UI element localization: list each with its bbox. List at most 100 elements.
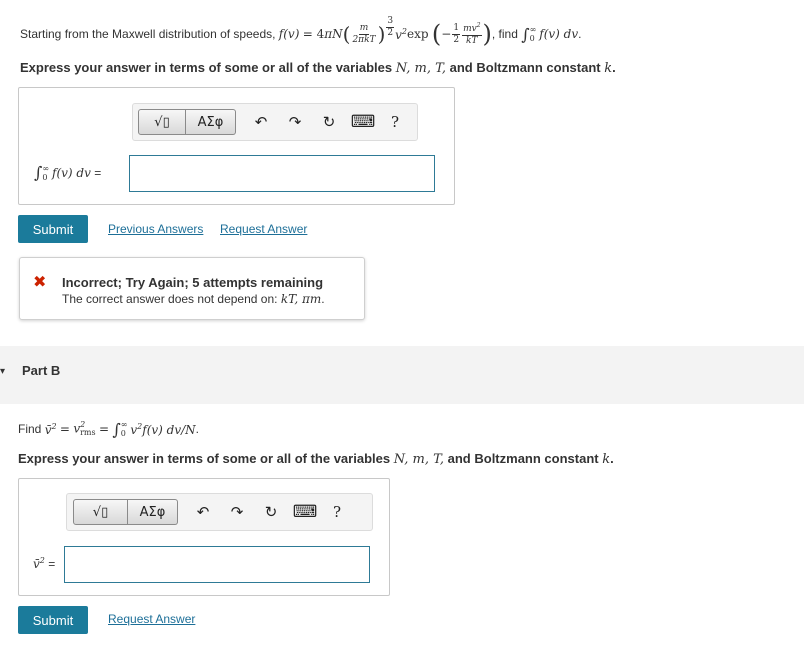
part-a-math-toolbar: √▯ ΑΣφ ↶ ↷ ↻ ⌨ ?: [132, 103, 418, 141]
mv-symbol: mv: [463, 23, 477, 34]
question-prefix: Starting from the Maxwell distribution o…: [20, 27, 276, 41]
part-b-help-icon[interactable]: ?: [326, 501, 348, 523]
part-b-templates-button[interactable]: √▯: [73, 499, 128, 525]
part-b-templates-icon: √▯: [92, 504, 109, 520]
feedback-message-vars: kT, πm: [280, 292, 322, 306]
part-b-answer-equals: =: [48, 557, 56, 571]
part-b-integrand: v2f(v) dv/N: [130, 421, 196, 437]
feedback-message-end: .: [321, 292, 325, 306]
part-b-symbols-button[interactable]: ΑΣφ: [128, 499, 178, 525]
half-num: 1: [452, 22, 461, 35]
math-vbar-squared: v̄2: [44, 421, 57, 437]
half-den: 2: [453, 34, 460, 45]
answer-integral-sign: ∫: [34, 163, 43, 182]
part-b-answer-vbar: v̄: [33, 557, 40, 571]
part-b-question-prefix: Find: [18, 422, 42, 436]
part-b-header[interactable]: ▾ Part B: [0, 346, 804, 404]
part-b-upper-limit: ∞: [120, 420, 128, 429]
help-icon[interactable]: ?: [384, 111, 406, 133]
instruction-k: k: [604, 61, 613, 76]
answer-upper-limit: ∞: [42, 163, 50, 173]
collapse-chevron-icon[interactable]: ▾: [0, 366, 5, 377]
part-b-instruction-end: .: [610, 451, 614, 466]
part-a-request-answer-link[interactable]: Request Answer: [220, 222, 307, 236]
question-end: .: [578, 27, 582, 41]
frac-den: 2πkT: [352, 34, 376, 45]
answer-equals: =: [94, 165, 102, 180]
mv2-num: mv2: [462, 21, 482, 36]
part-b-instruction-vars: N, m, T,: [393, 452, 445, 467]
instruction-suffix: and Boltzmann constant: [449, 60, 601, 75]
redo-icon[interactable]: ↷: [284, 111, 306, 133]
feedback-message-prefix: The correct answer does not depend on:: [62, 292, 278, 306]
part-b-undo-icon[interactable]: ↶: [192, 501, 214, 523]
math-mv2-over-kt: mv2 kT: [462, 21, 482, 46]
math-eq1: =: [59, 422, 70, 436]
instruction-end: .: [612, 60, 616, 75]
math-pi: π: [324, 27, 333, 41]
part-b-question: Find v̄2 = v 2 rms = ∫ ∞ 0 v2f(v) dv/N.: [18, 414, 199, 444]
templates-button[interactable]: √▯: [138, 109, 186, 135]
part-a-answer-label: ∫ ∞ 0 f(v) dv =: [34, 163, 101, 182]
feedback-title: Incorrect; Try Again; 5 attempts remaini…: [62, 275, 324, 290]
symbols-label: ΑΣφ: [197, 114, 224, 130]
part-b-integral-sign: ∫: [112, 419, 121, 439]
lower-limit: 0: [529, 34, 535, 43]
symbols-button[interactable]: ΑΣφ: [186, 109, 236, 135]
part-b-lower-limit: 0: [120, 429, 126, 438]
part-b-integral-limits: ∞ 0: [121, 420, 128, 438]
part-b-integrand-rest: f(v) dv/N: [142, 422, 196, 437]
math-equals: = 4: [302, 27, 325, 41]
exp-den: 2: [387, 27, 394, 38]
part-b-answer-vbar2: v̄2: [33, 556, 45, 571]
answer-integrand: f(v) dv: [52, 165, 91, 180]
part-b-request-answer-link[interactable]: Request Answer: [108, 612, 195, 626]
math-v-squared: v2: [395, 26, 407, 42]
part-b-reset-icon[interactable]: ↻: [260, 501, 282, 523]
part-a-submit-button[interactable]: Submit: [18, 215, 88, 243]
question-mid: , find: [491, 27, 518, 41]
part-a-answer-input[interactable]: [129, 155, 435, 192]
part-b-instruction-k: k: [602, 452, 611, 467]
part-b-instruction-prefix: Express your answer in terms of some or …: [18, 451, 391, 466]
error-x-icon: ✖: [33, 272, 47, 291]
math-f-of-v: f(v): [278, 27, 300, 41]
instruction-vars: N, m, T,: [395, 61, 447, 76]
undo-icon[interactable]: ↶: [250, 111, 272, 133]
part-b-symbols-label: ΑΣφ: [139, 504, 166, 520]
answer-lower-limit: 0: [42, 172, 48, 182]
part-b-title: Part B: [22, 363, 61, 378]
part-b-submit-button[interactable]: Submit: [18, 606, 88, 634]
integral-sign: ∫: [521, 24, 530, 44]
v-symbol: v: [395, 27, 402, 42]
math-fraction-m-over-2pikt: m 2πkT: [351, 22, 376, 45]
kt-den: kT: [466, 35, 478, 46]
upper-limit: ∞: [529, 25, 537, 34]
part-a-instruction: Express your answer in terms of some or …: [20, 60, 616, 76]
keyboard-icon[interactable]: ⌨: [351, 111, 376, 133]
rms-subscript: rms: [80, 428, 96, 437]
part-a-question: Starting from the Maxwell distribution o…: [20, 15, 582, 48]
part-b-redo-icon[interactable]: ↷: [226, 501, 248, 523]
frac-num: m: [358, 22, 370, 35]
part-b-question-end: .: [195, 422, 199, 436]
previous-answers-link[interactable]: Previous Answers: [108, 222, 203, 236]
part-a-feedback: ✖ Incorrect; Try Again; 5 attempts remai…: [19, 257, 365, 320]
part-b-instruction-suffix: and Boltzmann constant: [447, 451, 599, 466]
part-b-answer-input[interactable]: [64, 546, 370, 583]
feedback-message: The correct answer does not depend on: k…: [62, 292, 325, 306]
part-b-answer-label: v̄2 =: [33, 556, 55, 571]
part-b-math-toolbar: √▯ ΑΣφ ↶ ↷ ↻ ⌨ ?: [66, 493, 373, 531]
integral-limits: ∞ 0: [530, 25, 537, 43]
math-half: 1 2: [452, 22, 461, 45]
math-n: N: [332, 27, 343, 41]
templates-icon: √▯: [154, 114, 170, 130]
exp-num: 3: [386, 15, 395, 28]
part-b-keyboard-icon[interactable]: ⌨: [293, 501, 318, 523]
math-eq2: =: [98, 422, 110, 436]
reset-icon[interactable]: ↻: [318, 111, 340, 133]
math-integrand: f(v) dv: [539, 27, 579, 41]
part-b-instruction: Express your answer in terms of some or …: [18, 451, 614, 467]
math-exp: exp: [406, 27, 429, 41]
math-exponent-3-2: 3 2: [386, 15, 395, 38]
